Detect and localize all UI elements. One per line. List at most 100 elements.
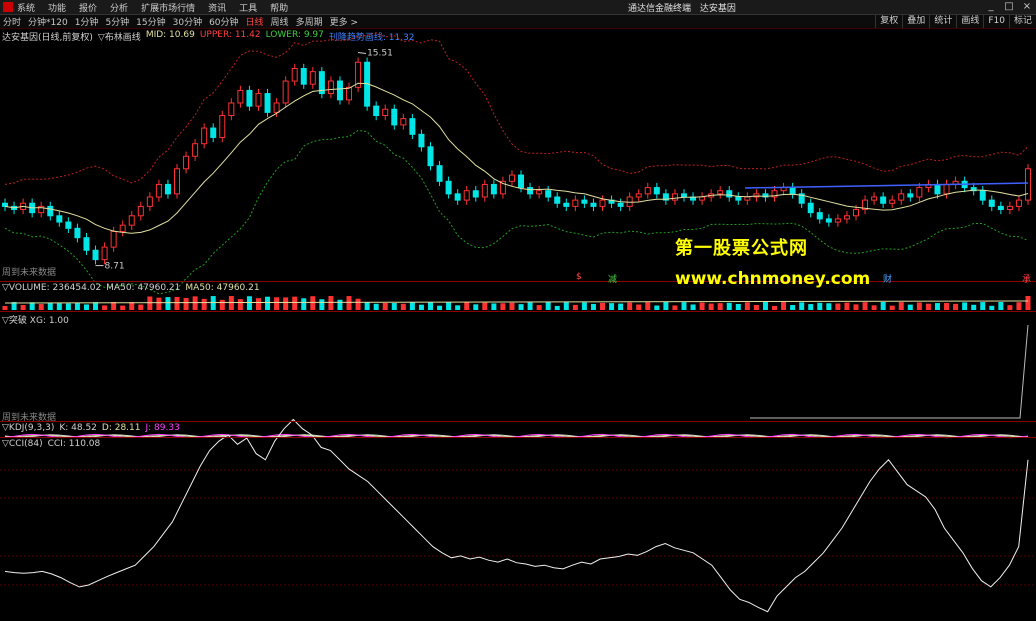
candle-body — [74, 227, 81, 239]
candle-body — [192, 143, 199, 157]
volume-bar — [156, 297, 162, 310]
volume-bar — [446, 302, 452, 310]
candle-body — [1006, 205, 1013, 211]
volume-bar — [790, 305, 796, 310]
volume-bar — [391, 303, 397, 310]
volume-bar — [726, 302, 732, 310]
candle-body — [309, 71, 316, 85]
volume-bar — [817, 302, 823, 310]
candle-body — [472, 190, 479, 198]
volume-bar — [654, 305, 660, 310]
volume-bar — [554, 305, 560, 310]
volume-info-ma2: MA50: 47960.21 — [185, 283, 260, 293]
candle-body — [1025, 168, 1031, 201]
volume-bar — [744, 302, 750, 310]
boll-lower-line — [4, 129, 1029, 295]
volume-bar — [925, 303, 931, 310]
boll-upper-line — [4, 32, 1029, 185]
candle-body — [481, 183, 488, 198]
volume-bar — [636, 304, 642, 310]
volume-bar — [627, 302, 633, 310]
volume-bar — [989, 305, 995, 310]
volume-bar — [735, 303, 741, 310]
candle-body — [183, 155, 190, 170]
candle-body — [391, 108, 398, 126]
volume-bar — [600, 302, 606, 310]
volume-bar — [581, 302, 587, 310]
volume-bar — [418, 304, 424, 310]
volume-bar — [518, 304, 524, 310]
tupo-info-value[interactable]: ▽突破 XG: 1.00 — [2, 313, 69, 326]
volume-bar — [672, 305, 678, 310]
candle-body — [137, 205, 144, 217]
event-mark-1[interactable]: $ — [576, 272, 582, 282]
watermark-url: www.chnmoney.com — [675, 269, 871, 289]
volume-bar — [916, 302, 922, 310]
candle-body — [635, 193, 642, 198]
volume-bar — [826, 303, 832, 310]
event-mark-2[interactable]: 减 — [608, 272, 617, 285]
volume-bar — [56, 303, 62, 310]
cci-info-name[interactable]: ▽CCI(84) — [2, 439, 43, 449]
event-mark-4[interactable]: 承 — [1022, 272, 1031, 285]
candle-body — [889, 199, 896, 204]
candle-body — [816, 212, 823, 220]
candle-body — [65, 221, 72, 229]
candle-body — [907, 193, 914, 198]
candle-body — [128, 215, 135, 226]
volume-bar — [246, 296, 252, 310]
volume-bar — [545, 302, 551, 310]
kdj-info-k: K: 48.52 — [59, 423, 97, 433]
candle-body — [56, 215, 63, 223]
candle-body — [536, 190, 543, 195]
volume-bar — [437, 305, 443, 310]
candle-body — [563, 202, 570, 207]
volume-bar — [844, 302, 850, 310]
candle-body — [518, 174, 525, 189]
candle-body — [979, 190, 986, 201]
volume-bar — [20, 304, 26, 310]
volume-bar — [346, 296, 352, 310]
volume-bar — [618, 303, 624, 310]
volume-bar — [427, 302, 433, 310]
candle-body — [174, 168, 181, 195]
volume-bar — [301, 298, 307, 310]
volume-bar — [862, 302, 868, 310]
candle-body — [146, 196, 153, 207]
kdj-info-name[interactable]: ▽KDJ(9,3,3) — [2, 423, 54, 433]
candle-body — [47, 205, 54, 217]
candle-body — [644, 187, 651, 195]
candle-body — [735, 196, 742, 201]
volume-bar — [753, 304, 759, 310]
candle-body — [934, 183, 941, 195]
kdj-info: ▽KDJ(9,3,3) K: 48.52 D: 28.11 J: 89.33 — [2, 423, 185, 433]
volume-bar — [364, 302, 370, 310]
candle-body — [626, 196, 633, 207]
candle-body — [101, 246, 108, 261]
candle-body — [246, 89, 253, 107]
volume-bar — [219, 299, 225, 310]
candle-body — [1015, 199, 1022, 207]
volume-bar — [563, 302, 569, 310]
volume-bar — [93, 302, 99, 310]
volume-bar — [1016, 302, 1022, 310]
volume-bar — [2, 306, 8, 310]
event-mark-3[interactable]: 财 — [883, 272, 892, 285]
volume-bar — [971, 304, 977, 310]
panel-divider-4 — [0, 437, 1036, 438]
candle-body — [916, 187, 923, 198]
volume-bar — [681, 302, 687, 310]
volume-bar — [355, 298, 361, 310]
volume-bar — [183, 297, 189, 310]
candle-body — [291, 68, 298, 82]
candle-body — [373, 105, 380, 117]
volume-bar — [871, 305, 877, 310]
volume-bar — [781, 302, 787, 310]
candle-body — [490, 183, 497, 195]
candle-body — [527, 187, 534, 195]
volume-bar — [762, 302, 768, 310]
candle-body — [581, 199, 588, 204]
candle-body — [219, 115, 226, 138]
candle-body — [92, 249, 99, 261]
volume-bar — [962, 302, 968, 310]
